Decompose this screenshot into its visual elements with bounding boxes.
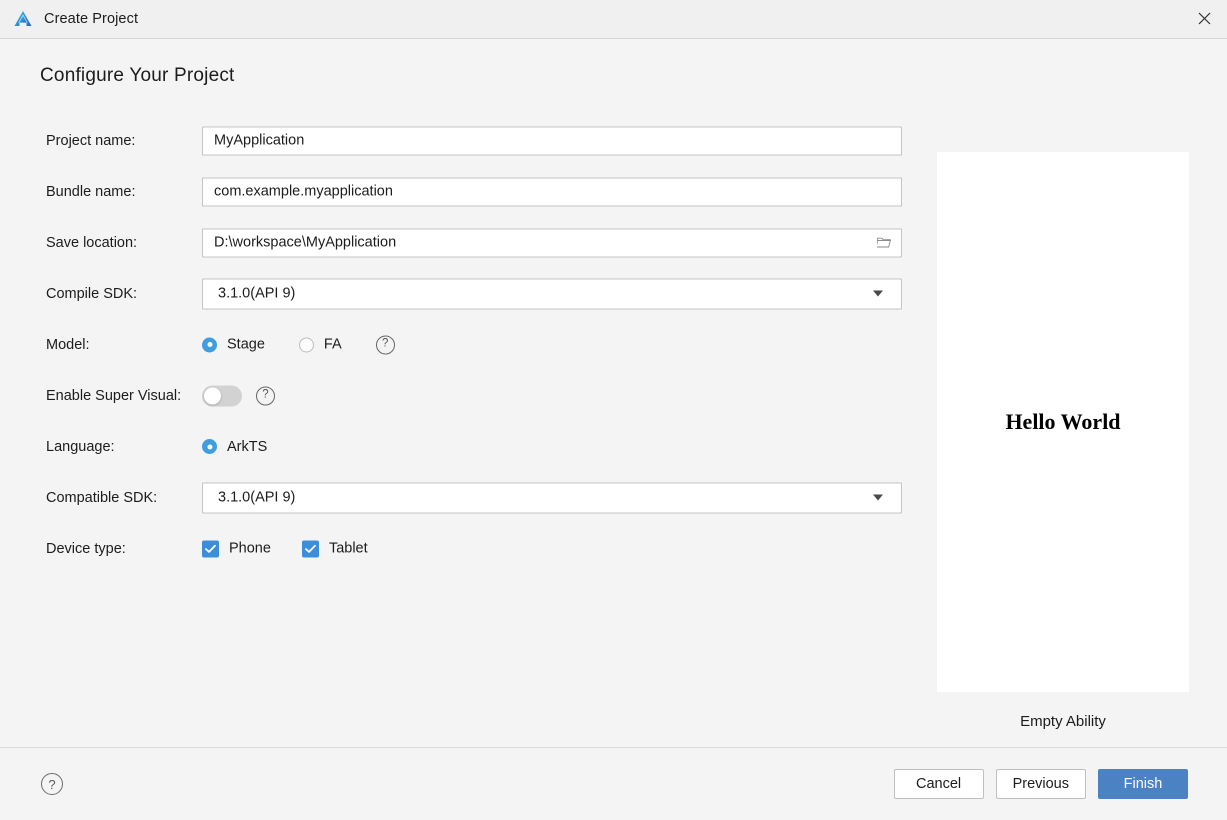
model-radio-group: Stage FA ?	[202, 335, 395, 354]
page-title: Configure Your Project	[40, 65, 235, 86]
row-bundle-name: Bundle name: com.example.myapplication	[0, 166, 910, 217]
window-title: Create Project	[44, 11, 139, 27]
language-radio-group: ArkTS	[202, 439, 301, 455]
row-compile-sdk: Compile SDK: 3.1.0(API 9)	[0, 268, 910, 319]
radio-selected-icon	[202, 439, 217, 454]
template-preview: Hello World Empty Ability	[937, 152, 1189, 730]
save-location-label: Save location:	[46, 234, 138, 251]
bundle-name-value: com.example.myapplication	[214, 183, 393, 200]
row-project-name: Project name: MyApplication	[0, 115, 910, 166]
device-preview-screen: Hello World	[937, 152, 1189, 692]
device-type-option-tablet[interactable]: Tablet	[301, 540, 368, 557]
save-location-input[interactable]: D:\workspace\MyApplication	[202, 228, 902, 257]
compile-sdk-select[interactable]: 3.1.0(API 9)	[202, 278, 902, 309]
compatible-sdk-value: 3.1.0(API 9)	[218, 489, 296, 506]
toggle-knob	[204, 387, 221, 404]
row-enable-super-visual: Enable Super Visual: ?	[0, 370, 910, 421]
compile-sdk-label: Compile SDK:	[46, 285, 138, 302]
radio-selected-icon	[202, 337, 217, 352]
compatible-sdk-label: Compatible SDK:	[46, 489, 158, 506]
chevron-down-icon	[873, 290, 883, 297]
model-option-stage-label: Stage	[227, 336, 265, 353]
row-save-location: Save location: D:\workspace\MyApplicatio…	[0, 217, 910, 268]
row-compatible-sdk: Compatible SDK: 3.1.0(API 9)	[0, 472, 910, 523]
preview-caption: Empty Ability	[1020, 713, 1106, 730]
dialog-footer: ? Cancel Previous Finish	[0, 747, 1227, 820]
project-config-form: Project name: MyApplication Bundle name:…	[0, 115, 910, 574]
language-option-arkts-label: ArkTS	[227, 438, 268, 455]
compile-sdk-value: 3.1.0(API 9)	[218, 285, 296, 302]
preview-screen-text: Hello World	[1005, 409, 1121, 434]
device-type-checkbox-group: Phone Tablet	[202, 540, 399, 557]
deveco-logo-icon	[12, 8, 34, 30]
device-type-option-phone[interactable]: Phone	[202, 540, 271, 557]
language-option-arkts[interactable]: ArkTS	[202, 439, 267, 455]
project-name-value: MyApplication	[214, 132, 305, 149]
cancel-button[interactable]: Cancel	[893, 769, 984, 799]
bundle-name-label: Bundle name:	[46, 183, 136, 200]
checkbox-checked-icon	[202, 540, 219, 557]
model-option-fa-label: FA	[323, 336, 342, 353]
language-label: Language:	[46, 438, 115, 455]
previous-button[interactable]: Previous	[995, 769, 1086, 799]
model-option-fa[interactable]: FA	[298, 336, 342, 353]
row-device-type: Device type: Phone Tablet	[0, 523, 910, 574]
enable-super-visual-toggle[interactable]	[202, 385, 242, 406]
enable-super-visual-label: Enable Super Visual:	[46, 387, 182, 404]
close-icon[interactable]	[1181, 0, 1227, 37]
finish-button[interactable]: Finish	[1098, 769, 1188, 799]
title-bar: Create Project	[0, 0, 1227, 39]
device-type-label: Device type:	[46, 540, 126, 557]
footer-help-icon[interactable]: ?	[41, 773, 63, 795]
project-name-label: Project name:	[46, 132, 136, 149]
row-model: Model: Stage FA ?	[0, 319, 910, 370]
row-language: Language: ArkTS	[0, 421, 910, 472]
checkbox-checked-icon	[301, 540, 319, 557]
project-name-input[interactable]: MyApplication	[202, 126, 902, 155]
dialog-body: Configure Your Project Project name: MyA…	[0, 39, 1227, 749]
model-label: Model:	[46, 336, 90, 353]
footer-button-group: Cancel Previous Finish	[893, 769, 1188, 799]
chevron-down-icon	[873, 494, 883, 501]
save-location-value: D:\workspace\MyApplication	[214, 234, 397, 251]
device-type-option-tablet-label: Tablet	[328, 540, 368, 557]
bundle-name-input[interactable]: com.example.myapplication	[202, 177, 902, 206]
model-help-icon[interactable]: ?	[375, 335, 395, 354]
device-type-option-phone-label: Phone	[229, 540, 271, 557]
model-option-stage[interactable]: Stage	[202, 337, 265, 353]
enable-super-visual-help-icon[interactable]: ?	[256, 386, 275, 405]
radio-unselected-icon	[298, 337, 314, 352]
folder-icon[interactable]	[877, 236, 892, 249]
compatible-sdk-select[interactable]: 3.1.0(API 9)	[202, 482, 902, 513]
